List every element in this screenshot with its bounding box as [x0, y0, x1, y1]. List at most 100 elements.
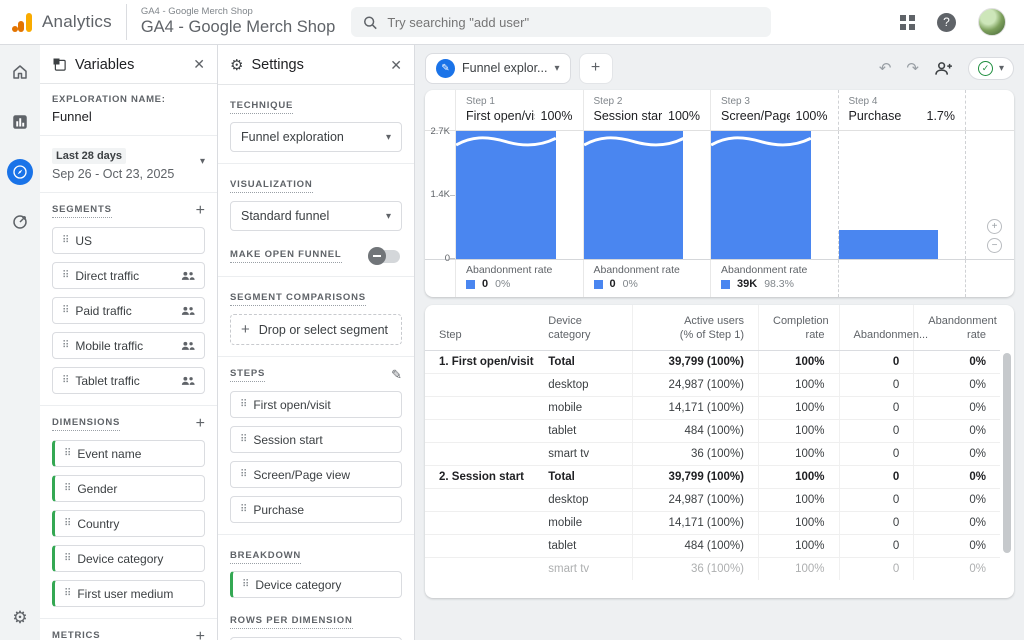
table-row[interactable]: smart tv 36 (100%)100% 00%: [425, 442, 1000, 465]
drag-handle-icon[interactable]: ⠿: [240, 399, 246, 410]
col-header-active-users[interactable]: Active users(% of Step 1): [632, 305, 759, 350]
table-scrollbar[interactable]: [1003, 353, 1011, 553]
segment-chip-us[interactable]: ⠿ US: [52, 227, 205, 254]
funnel-step-header-1[interactable]: Step 1 First open/visit 100%: [455, 90, 583, 130]
date-preset-chip[interactable]: Last 28 days: [52, 148, 126, 164]
chevron-down-icon[interactable]: ▾: [200, 156, 205, 167]
funnel-bar-step-2[interactable]: [584, 131, 684, 259]
redo-icon[interactable]: ↷: [906, 61, 919, 76]
account-avatar[interactable]: [978, 8, 1006, 36]
search-icon: [363, 15, 377, 30]
table-row[interactable]: tablet 484 (100%)100% 00%: [425, 534, 1000, 557]
dimension-chip-event-name[interactable]: ⠿ Event name: [52, 440, 205, 467]
add-dimension-icon[interactable]: +: [196, 416, 205, 432]
drag-handle-icon[interactable]: ⠿: [62, 235, 68, 246]
step-chip-first-open-visit[interactable]: ⠿ First open/visit: [230, 391, 402, 418]
dimension-chip-first-user-medium[interactable]: ⠿ First user medium: [52, 580, 205, 607]
drag-handle-icon[interactable]: ⠿: [64, 553, 70, 564]
col-header-device-category[interactable]: Device category: [534, 305, 632, 350]
add-segment-icon[interactable]: +: [196, 203, 205, 219]
dimension-chip-device-category[interactable]: ⠿ Device category: [52, 545, 205, 572]
funnel-bar-column-4[interactable]: [838, 131, 967, 259]
funnel-bar-step-3[interactable]: [711, 131, 811, 259]
exploration-name-value[interactable]: Funnel: [52, 109, 205, 124]
step-chip-purchase[interactable]: ⠿ Purchase: [230, 496, 402, 523]
chevron-down-icon[interactable]: ▾: [554, 63, 559, 74]
add-metric-icon[interactable]: +: [196, 629, 205, 640]
undo-icon[interactable]: ↶: [879, 61, 892, 76]
add-tab-button[interactable]: +: [579, 53, 613, 84]
drag-handle-icon[interactable]: ⠿: [240, 504, 246, 515]
funnel-bar-step-4[interactable]: [839, 230, 939, 259]
dimension-chip-country[interactable]: ⠿ Country: [52, 510, 205, 537]
visualization-select[interactable]: Standard funnel ▾: [230, 201, 402, 231]
table-row[interactable]: tablet 484 (100%)100% 00%: [425, 419, 1000, 442]
zoom-out-icon[interactable]: −: [987, 238, 1002, 253]
table-row[interactable]: smart tv 36 (100%)100% 00%: [425, 557, 1000, 580]
explore-icon[interactable]: [7, 159, 33, 185]
step-chip-session-start[interactable]: ⠿ Session start: [230, 426, 402, 453]
col-header-abandonments[interactable]: Abandonmen...: [839, 305, 914, 350]
drag-handle-icon[interactable]: ⠿: [240, 469, 246, 480]
funnel-bar-column-1[interactable]: [455, 131, 583, 259]
drag-handle-icon[interactable]: ⠿: [64, 483, 70, 494]
funnel-step-header-3[interactable]: Step 3 Screen/Page view 100%: [710, 90, 838, 130]
col-header-completion-rate[interactable]: Completionrate: [759, 305, 840, 350]
drag-handle-icon[interactable]: ⠿: [64, 588, 70, 599]
drag-handle-icon[interactable]: ⠿: [62, 305, 68, 316]
reports-icon[interactable]: [7, 109, 33, 135]
funnel-step-header-4[interactable]: Step 4 Purchase 1.7%: [838, 90, 967, 130]
abandonment-step-4-empty: [838, 260, 967, 297]
table-row[interactable]: 1. First open/visitTotal 39,799 (100%)10…: [425, 350, 1000, 373]
table-row[interactable]: desktop 24,987 (100%)100% 00%: [425, 488, 1000, 511]
segment-chip-mobile-traffic[interactable]: ⠿ Mobile traffic: [52, 332, 205, 359]
step-number: Step 3: [721, 96, 828, 107]
table-row[interactable]: desktop 24,987 (100%)100% 00%: [425, 373, 1000, 396]
col-header-abandonment-rate[interactable]: Abandonmentrate: [914, 305, 1000, 350]
advertising-icon[interactable]: [7, 209, 33, 235]
shared-people-icon: [181, 375, 195, 386]
step-chip-screen-page-view[interactable]: ⠿ Screen/Page view: [230, 461, 402, 488]
close-variables-icon[interactable]: ✕: [193, 56, 205, 73]
drag-handle-icon[interactable]: ⠿: [62, 375, 68, 386]
segment-chip-tablet-traffic[interactable]: ⠿ Tablet traffic: [52, 367, 205, 394]
edit-steps-pencil-icon[interactable]: ✎: [391, 367, 402, 383]
table-row[interactable]: mobile 14,171 (100%)100% 00%: [425, 511, 1000, 534]
drag-handle-icon[interactable]: ⠿: [242, 579, 248, 590]
segment-chip-direct-traffic[interactable]: ⠿ Direct traffic: [52, 262, 205, 289]
property-switcher[interactable]: GA4 - Google Merch Shop GA4 - Google Mer…: [126, 4, 335, 40]
search-input[interactable]: [387, 15, 759, 30]
zoom-in-icon[interactable]: +: [987, 219, 1002, 234]
table-row[interactable]: mobile 14,171 (100%)100% 00%: [425, 396, 1000, 419]
drag-handle-icon[interactable]: ⠿: [240, 434, 246, 445]
global-search[interactable]: [351, 7, 771, 37]
help-icon[interactable]: ?: [937, 13, 956, 32]
segment-label: Direct traffic: [75, 269, 139, 283]
drag-handle-icon[interactable]: ⠿: [64, 518, 70, 529]
funnel-data-table: Step Device category Active users(% of S…: [425, 305, 1000, 580]
table-row[interactable]: 2. Session startTotal 39,799 (100%)100% …: [425, 465, 1000, 488]
ga-apps-grid-icon[interactable]: [900, 15, 915, 30]
home-icon[interactable]: [7, 59, 33, 85]
admin-gear-icon[interactable]: ⚙: [12, 608, 27, 628]
tab-funnel-exploration[interactable]: ✎ Funnel explor... ▾: [425, 53, 571, 84]
col-header-step[interactable]: Step: [425, 305, 534, 350]
analytics-logo[interactable]: Analytics: [10, 10, 126, 34]
drag-handle-icon[interactable]: ⠿: [62, 270, 68, 281]
funnel-bar-column-2[interactable]: [583, 131, 711, 259]
share-user-add-icon[interactable]: [934, 61, 953, 76]
dimension-chip-gender[interactable]: ⠿ Gender: [52, 475, 205, 502]
make-open-funnel-toggle[interactable]: [368, 250, 400, 263]
funnel-step-header-2[interactable]: Step 2 Session start 100%: [583, 90, 711, 130]
breakdown-chip-device-category[interactable]: ⠿ Device category: [230, 571, 402, 598]
drop-segment-target[interactable]: + Drop or select segment: [230, 314, 402, 345]
segment-chip-paid-traffic[interactable]: ⠿ Paid traffic: [52, 297, 205, 324]
date-range-section[interactable]: Last 28 days Sep 26 - Oct 23, 2025 ▾: [40, 136, 217, 193]
drag-handle-icon[interactable]: ⠿: [64, 448, 70, 459]
technique-select[interactable]: Funnel exploration ▾: [230, 122, 402, 152]
drag-handle-icon[interactable]: ⠿: [62, 340, 68, 351]
funnel-bar-step-1[interactable]: [456, 131, 556, 259]
funnel-bar-column-3[interactable]: [710, 131, 838, 259]
close-settings-icon[interactable]: ✕: [390, 57, 402, 74]
saved-status-button[interactable]: ✓ ▾: [968, 57, 1014, 80]
